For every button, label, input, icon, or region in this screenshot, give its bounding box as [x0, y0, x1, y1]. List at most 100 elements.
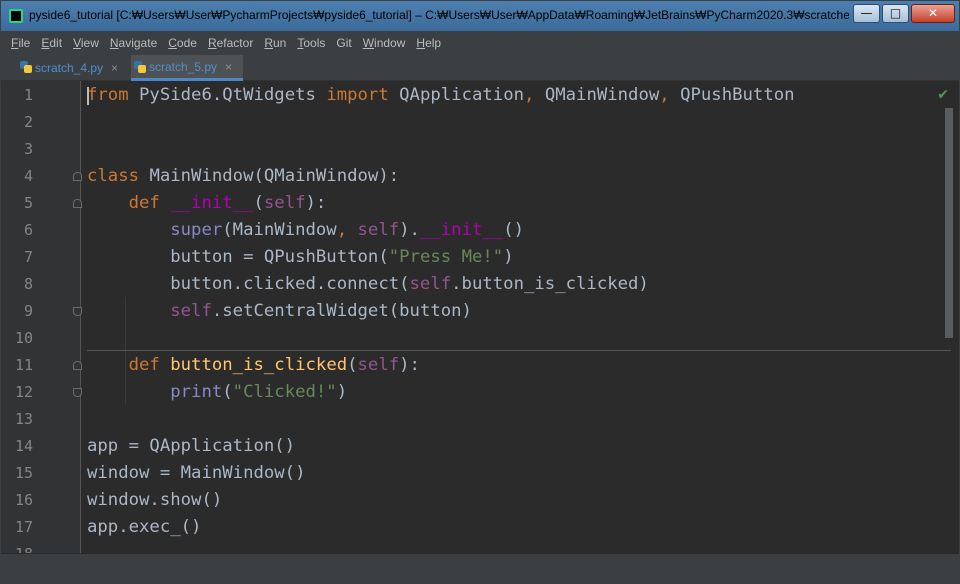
code-text-area[interactable]: from PySide6.QtWidgets import QApplicati…: [87, 81, 945, 553]
line-number[interactable]: 14: [1, 433, 33, 460]
tab-scratch-4[interactable]: scratch_4.py ×: [17, 55, 125, 81]
code-token: ,: [336, 220, 358, 240]
menu-window[interactable]: Window: [363, 36, 406, 50]
code-token: app.exec_(): [87, 517, 202, 537]
line-number[interactable]: 5: [1, 190, 33, 217]
menu-view[interactable]: View: [73, 36, 99, 50]
code-token: QApplication: [399, 85, 525, 105]
code-line[interactable]: self.setCentralWidget(button): [87, 298, 472, 325]
menu-mnemonic: C: [168, 36, 177, 50]
fold-icon[interactable]: [73, 307, 82, 316]
code-line[interactable]: class MainWindow(QMainWindow):: [87, 163, 399, 190]
line-number[interactable]: 16: [1, 487, 33, 514]
code-line[interactable]: def button_is_clicked(self):: [87, 352, 420, 379]
menu-navigate[interactable]: Navigate: [110, 36, 157, 50]
code-line[interactable]: window = MainWindow(): [87, 460, 306, 487]
code-token: import: [326, 85, 400, 105]
fold-icon[interactable]: [73, 388, 82, 397]
menu-git[interactable]: Git: [336, 36, 351, 50]
line-number[interactable]: 6: [1, 217, 33, 244]
menu-tools[interactable]: Tools: [297, 36, 325, 50]
line-number[interactable]: 1: [1, 82, 33, 109]
menu-help[interactable]: Help: [416, 36, 441, 50]
code-token: __init__: [419, 220, 504, 240]
bottom-panel: [1, 553, 959, 583]
menu-label: ile: [18, 36, 31, 50]
code-line[interactable]: super(MainWindow, self).__init__(): [87, 217, 524, 244]
code-token: button_is_clicked: [170, 355, 348, 375]
fold-icon[interactable]: [73, 199, 82, 208]
menu-refactor[interactable]: Refactor: [208, 36, 253, 50]
line-number-gutter[interactable]: 123456789101112131415161718: [1, 81, 82, 563]
menu-label: ode: [176, 36, 197, 50]
code-line[interactable]: button = QPushButton("Press Me!"): [87, 244, 514, 271]
code-token: self: [357, 355, 400, 375]
code-token: ,: [524, 85, 545, 105]
code-token: window = MainWindow(): [87, 463, 306, 483]
window-title: pyside6_tutorial [C:₩Users₩User₩PycharmP…: [29, 8, 849, 22]
line-number[interactable]: 7: [1, 244, 33, 271]
line-number[interactable]: 15: [1, 460, 33, 487]
maximize-button[interactable]: □: [882, 4, 909, 23]
text-caret: [87, 87, 89, 105]
fold-icon[interactable]: [73, 172, 82, 181]
line-number[interactable]: 3: [1, 136, 33, 163]
menu-file[interactable]: File: [11, 36, 30, 50]
code-token: button.clicked.connect(: [87, 274, 410, 294]
menu-mnemonic: V: [73, 36, 81, 50]
line-number[interactable]: 4: [1, 163, 33, 190]
code-line[interactable]: app = QApplication(): [87, 433, 295, 460]
code-line[interactable]: from PySide6.QtWidgets import QApplicati…: [87, 82, 795, 109]
code-line[interactable]: window.show(): [87, 487, 222, 514]
line-number[interactable]: 13: [1, 406, 33, 433]
code-line[interactable]: app.exec_(): [87, 514, 201, 541]
menu-mnemonic: W: [362, 36, 375, 50]
code-token: self: [409, 274, 452, 294]
code-token: ):: [399, 355, 420, 375]
code-line[interactable]: def __init__(self):: [87, 190, 327, 217]
editor-tab-bar: scratch_4.py × scratch_5.py ×: [1, 55, 959, 81]
code-editor[interactable]: 123456789101112131415161718 from PySide6…: [1, 81, 959, 563]
menu-label: indow: [374, 36, 406, 50]
close-button[interactable]: ✕: [911, 4, 955, 23]
minimize-button[interactable]: —: [853, 4, 880, 23]
code-token: button = QPushButton(: [87, 247, 389, 267]
code-line[interactable]: button.clicked.connect(self.button_is_cl…: [87, 271, 649, 298]
code-token: QPushButton: [680, 85, 795, 105]
menu-label: avigate: [118, 36, 158, 50]
menu-label: Git: [336, 36, 352, 50]
code-line[interactable]: print("Clicked!"): [87, 379, 347, 406]
menu-edit[interactable]: Edit: [41, 36, 62, 50]
menu-code[interactable]: Code: [168, 36, 197, 50]
line-number[interactable]: 2: [1, 109, 33, 136]
line-number[interactable]: 12: [1, 379, 33, 406]
line-number[interactable]: 9: [1, 298, 33, 325]
close-tab-icon[interactable]: ×: [225, 60, 232, 74]
code-token: (: [222, 382, 233, 402]
close-tab-icon[interactable]: ×: [111, 61, 118, 75]
vertical-scrollbar[interactable]: [945, 108, 953, 338]
line-number[interactable]: 17: [1, 514, 33, 541]
menu-bar: File Edit View Navigate Code Refactor Ru…: [1, 31, 959, 55]
tab-scratch-5[interactable]: scratch_5.py ×: [131, 55, 243, 81]
check-icon[interactable]: ✔: [937, 87, 949, 103]
line-number[interactable]: 10: [1, 325, 33, 352]
pycharm-app-icon: [9, 9, 23, 23]
title-bar[interactable]: pyside6_tutorial [C:₩Users₩User₩PycharmP…: [1, 1, 959, 31]
code-token: QMainWindow: [544, 85, 660, 105]
menu-run[interactable]: Run: [264, 36, 286, 50]
code-token: self: [170, 301, 212, 321]
menu-mnemonic: R: [207, 36, 217, 50]
menu-mnemonic: N: [109, 36, 119, 50]
line-number[interactable]: 8: [1, 271, 33, 298]
menu-mnemonic: R: [264, 36, 273, 50]
line-number[interactable]: 11: [1, 352, 33, 379]
code-token: (MainWindow: [222, 220, 337, 240]
fold-icon[interactable]: [73, 361, 82, 370]
code-token: window.show(): [87, 490, 223, 510]
code-token: self: [263, 193, 306, 213]
code-token: MainWindow(QMainWindow):: [149, 166, 400, 186]
code-token: ): [503, 247, 514, 267]
